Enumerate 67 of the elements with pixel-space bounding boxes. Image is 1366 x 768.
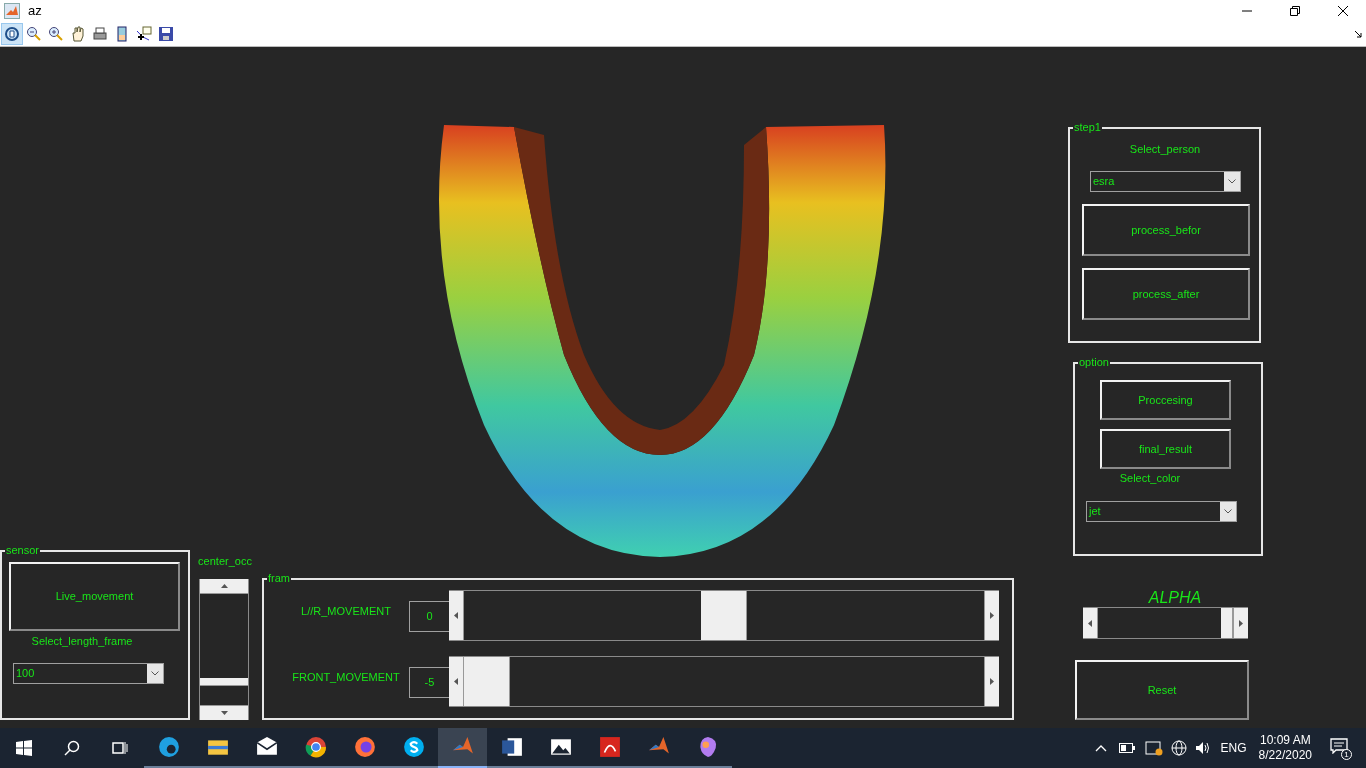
- arrow-right-icon[interactable]: [990, 612, 994, 619]
- windows-logo-icon: [16, 740, 32, 756]
- dropdown-field[interactable]: 100: [13, 663, 164, 684]
- label-text: ALPHA: [1147, 590, 1203, 606]
- clock-date[interactable]: 8/22/2020: [1258, 748, 1312, 763]
- colorbar-icon: [114, 26, 130, 42]
- slider-thumb[interactable]: [464, 657, 510, 706]
- push-button[interactable]: Proccesing: [1100, 380, 1231, 420]
- arrow-right-icon[interactable]: [1239, 619, 1243, 627]
- arrow-left-icon[interactable]: [1088, 619, 1092, 627]
- label-text: Select_color: [1118, 471, 1182, 486]
- arrow-right-icon[interactable]: [990, 678, 994, 685]
- slider-thumb[interactable]: [200, 678, 248, 687]
- clock-time[interactable]: 10:09 AM: [1259, 733, 1311, 748]
- chevron-down-icon: [1228, 179, 1236, 184]
- toolbar-overflow-icon[interactable]: [1354, 30, 1362, 38]
- print-icon: [92, 26, 108, 42]
- label-text: center_occ: [197, 554, 253, 569]
- panel-title: fram: [267, 571, 291, 585]
- arrow-left-icon[interactable]: [454, 612, 458, 619]
- zoom-in-icon: [48, 26, 64, 42]
- network-warning-icon[interactable]: [1144, 740, 1163, 756]
- rotate-button[interactable]: [1, 23, 23, 45]
- arrow-up-icon[interactable]: [220, 584, 228, 588]
- photos-app-icon: [549, 736, 572, 758]
- speaker-icon[interactable]: [1194, 741, 1211, 755]
- push-button[interactable]: Live_movement: [9, 562, 180, 631]
- push-button[interactable]: Reset: [1075, 660, 1249, 720]
- window-title: az: [28, 2, 42, 21]
- push-button[interactable]: process_befor: [1082, 204, 1250, 256]
- push-button[interactable]: final_result: [1100, 429, 1231, 469]
- panel-title: step1: [1073, 120, 1102, 134]
- notification-icon[interactable]: [1330, 738, 1348, 754]
- notification-badge: 1: [1341, 749, 1352, 760]
- vertical-slider[interactable]: [199, 579, 249, 720]
- panel-title: option: [1078, 355, 1110, 369]
- label-text: Select_length_frame: [30, 634, 134, 649]
- close-icon[interactable]: [1338, 6, 1348, 16]
- slider-thumb[interactable]: [1221, 608, 1233, 638]
- arrow-down-icon[interactable]: [220, 711, 228, 715]
- push-button[interactable]: process_after: [1082, 268, 1250, 320]
- save-icon: [158, 26, 174, 42]
- chevron-down-icon: [1224, 509, 1232, 514]
- search-icon: [64, 740, 80, 756]
- chevron-up-icon[interactable]: [1094, 744, 1107, 752]
- dropdown-field[interactable]: esra: [1090, 171, 1241, 192]
- app-icon: [4, 3, 20, 19]
- label-text: FRONT_MOVEMENT: [291, 670, 401, 685]
- horizontal-slider[interactable]: [449, 656, 999, 707]
- dropdown-field[interactable]: jet: [1086, 501, 1237, 522]
- arrow-left-icon[interactable]: [454, 678, 458, 685]
- mail-app-icon: [255, 736, 278, 758]
- label-text: Select_person: [1128, 142, 1202, 157]
- datatip-icon: [136, 26, 152, 42]
- horizontal-slider[interactable]: [1083, 607, 1248, 639]
- restore-icon[interactable]: [1290, 6, 1300, 16]
- label-text: L//R_MOVEMENT: [300, 604, 392, 619]
- battery-icon[interactable]: [1118, 743, 1135, 753]
- chevron-down-icon: [151, 671, 159, 676]
- pan-icon: [70, 26, 86, 42]
- language-indicator[interactable]: ENG: [1220, 739, 1247, 757]
- task-view-icon: [112, 740, 128, 756]
- globe-icon[interactable]: [1170, 740, 1187, 756]
- rotate-icon: [4, 26, 20, 42]
- slider-thumb[interactable]: [701, 591, 747, 640]
- zoom-out-icon: [26, 26, 42, 42]
- horizontal-slider[interactable]: [449, 590, 999, 641]
